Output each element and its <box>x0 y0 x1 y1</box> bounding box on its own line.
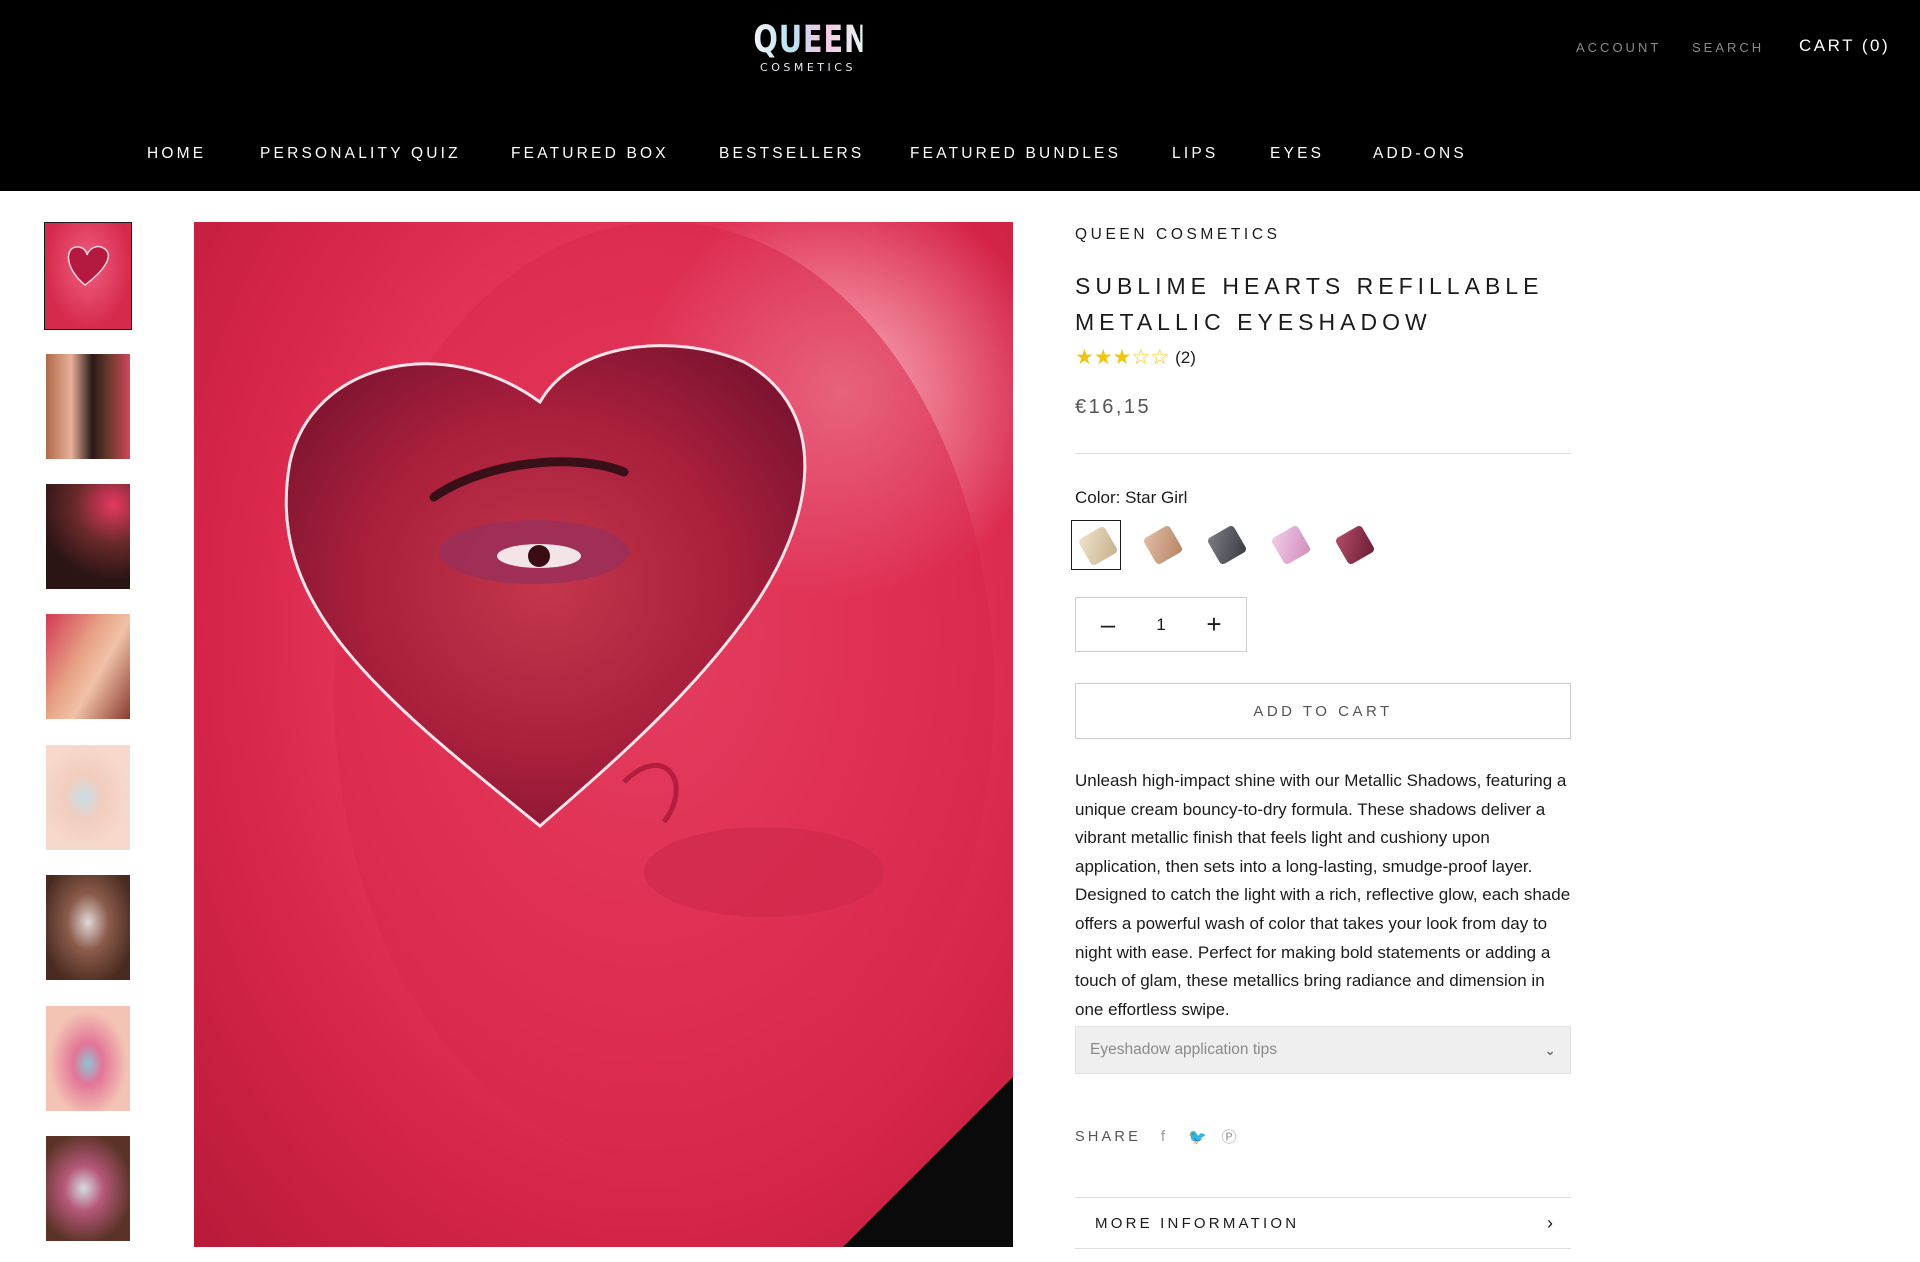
product-price: €16,15 <box>1075 396 1152 418</box>
gallery-thumbnail[interactable] <box>44 222 132 330</box>
color-swatch[interactable] <box>1137 520 1187 570</box>
divider <box>1075 453 1571 454</box>
account-link[interactable]: ACCOUNT <box>1576 39 1661 57</box>
share-row: SHARE f 🐦 Ⓟ <box>1075 1126 1254 1147</box>
gallery-thumbnail[interactable] <box>46 1006 130 1111</box>
nav-item-featured-box[interactable]: FEATURED BOX <box>511 143 669 165</box>
nav-item-lips[interactable]: LIPS <box>1172 143 1218 165</box>
logo[interactable]: QUEEN COSMETICS <box>738 18 878 74</box>
quantity-stepper: – 1 + <box>1075 597 1247 652</box>
star-empty-icon: ☆ <box>1131 346 1151 369</box>
facebook-icon[interactable]: f <box>1155 1128 1171 1145</box>
product-title: SUBLIME HEARTS REFILLABLE METALLIC EYESH… <box>1075 273 1544 335</box>
swatch-color <box>1077 525 1119 567</box>
color-swatch[interactable] <box>1265 520 1315 570</box>
more-information-label: MORE INFORMATION <box>1095 1214 1300 1232</box>
swatch-color <box>1142 524 1184 566</box>
product-vendor[interactable]: QUEEN COSMETICS <box>1075 225 1281 245</box>
star-full-icon: ★ <box>1112 346 1132 369</box>
nav-item-bestsellers[interactable]: BESTSELLERS <box>719 143 864 165</box>
nav-item-featured-bundles[interactable]: FEATURED BUNDLES <box>910 143 1121 165</box>
gallery-thumbnail[interactable] <box>46 1136 130 1241</box>
rating-count[interactable]: (2) <box>1175 348 1196 368</box>
swatch-color <box>1334 524 1376 566</box>
application-tips-dropdown[interactable]: Eyeshadow application tips ⌄ <box>1075 1026 1571 1074</box>
plus-icon[interactable]: + <box>1182 598 1246 651</box>
star-full-icon: ★ <box>1075 346 1094 369</box>
search-link[interactable]: SEARCH <box>1692 39 1764 57</box>
gallery-thumbnail[interactable] <box>46 875 130 980</box>
gallery-thumbnail[interactable] <box>46 484 130 589</box>
minus-icon[interactable]: – <box>1076 598 1140 651</box>
swatch-color <box>1270 524 1312 566</box>
nav-item-personality-quiz[interactable]: PERSONALITY QUIZ <box>260 143 461 165</box>
chevron-right-icon: › <box>1547 1212 1553 1233</box>
share-label: SHARE <box>1075 1128 1141 1145</box>
color-swatch-star-girl[interactable] <box>1071 520 1121 570</box>
pinterest-icon[interactable]: Ⓟ <box>1221 1126 1237 1147</box>
image-corner <box>843 1077 1013 1247</box>
product-rating[interactable]: ★ ★ ★ ☆ ☆ (2) <box>1075 347 1196 369</box>
application-tips-label: Eyeshadow application tips <box>1090 1041 1277 1058</box>
more-information-link[interactable]: MORE INFORMATION › <box>1075 1197 1571 1249</box>
star-empty-icon: ☆ <box>1150 346 1170 369</box>
swatch-color <box>1206 524 1248 566</box>
product-description: Unleash high-impact shine with our Metal… <box>1075 771 1571 1019</box>
logo-subtitle: COSMETICS <box>760 61 856 74</box>
heart-thumbnail-icon <box>67 245 110 286</box>
nav-item-add-ons[interactable]: ADD-ONS <box>1373 143 1467 165</box>
gallery-thumbnail[interactable] <box>46 354 130 459</box>
star-full-icon: ★ <box>1093 346 1113 369</box>
quantity-input[interactable]: 1 <box>1140 615 1182 635</box>
color-swatch[interactable] <box>1329 520 1379 570</box>
gallery-thumbnail[interactable] <box>46 745 130 850</box>
color-swatch[interactable] <box>1201 520 1251 570</box>
chevron-down-icon: ⌄ <box>1544 1041 1556 1058</box>
add-to-cart-button[interactable]: ADD TO CART <box>1075 683 1571 739</box>
twitter-icon[interactable]: 🐦 <box>1188 1128 1207 1146</box>
main-product-image[interactable] <box>194 222 1013 1247</box>
nav-item-home[interactable]: HOME <box>147 143 206 165</box>
gallery-thumbnail[interactable] <box>46 614 130 719</box>
cart-link[interactable]: CART (0) <box>1799 37 1890 55</box>
color-label: Color: Star Girl <box>1075 488 1188 507</box>
nav-item-eyes[interactable]: EYES <box>1270 143 1324 165</box>
logo-wordmark: QUEEN <box>753 18 869 61</box>
main-nav: HOME PERSONALITY QUIZ FEATURED BOX BESTS… <box>0 143 1920 165</box>
site-header: QUEEN COSMETICS ACCOUNT SEARCH CART (0) … <box>0 0 1920 191</box>
